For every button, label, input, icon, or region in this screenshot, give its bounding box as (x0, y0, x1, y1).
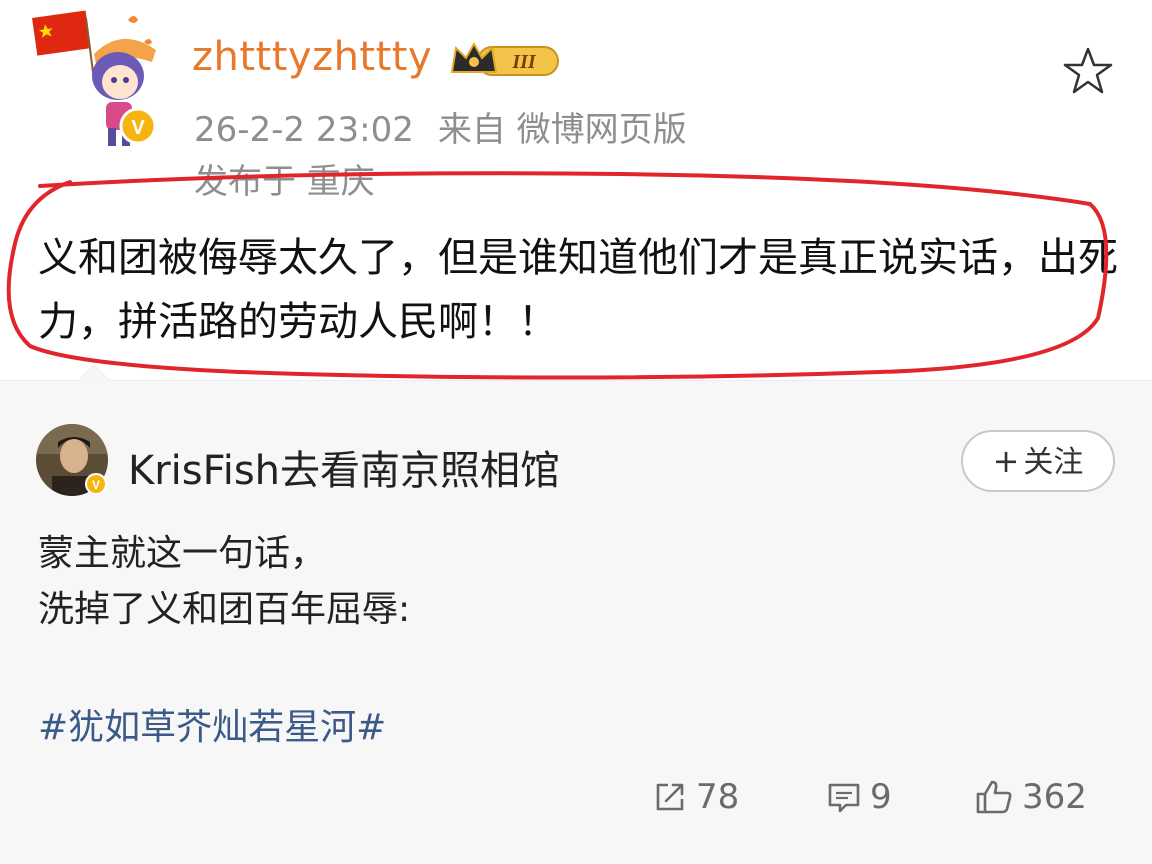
repost-user-avatar[interactable]: V (36, 424, 108, 496)
repost-action[interactable]: 78 (652, 774, 739, 820)
repost-text: 蒙主就这一句话， 洗掉了义和团百年屈辱: (38, 526, 410, 638)
post-username[interactable]: zhtttyzhttty (192, 34, 432, 80)
svg-text:V: V (92, 478, 100, 492)
crown-level-badge[interactable]: III (448, 38, 560, 82)
favorite-star-icon[interactable] (1062, 46, 1114, 96)
post-meta: 26-2-2 23:02 来自 微博网页版 (194, 102, 687, 151)
thumbs-up-icon (976, 780, 1012, 814)
share-icon (656, 783, 684, 811)
svg-text:V: V (131, 117, 145, 139)
post-source: 来自 微博网页版 (437, 110, 687, 150)
hashtag-link[interactable]: #犹如草芥灿若星河# (38, 698, 386, 750)
repost-text-line: 洗掉了义和团百年屈辱: (38, 589, 411, 630)
repost-count: 78 (696, 777, 740, 817)
card-pointer (78, 365, 110, 381)
post-location: 发布于 重庆 (194, 162, 375, 202)
like-action[interactable]: 362 (974, 774, 1087, 820)
badge-level-text: III (511, 51, 537, 73)
repost-text-line: 蒙主就这一句话， (38, 533, 327, 574)
plus-icon: + (992, 442, 1020, 480)
comment-icon (828, 783, 860, 813)
like-count: 362 (1022, 777, 1087, 817)
follow-label: 关注 (1023, 445, 1084, 480)
comment-action[interactable]: 9 (826, 774, 892, 820)
follow-button[interactable]: + 关注 (961, 430, 1115, 492)
post-text: 义和团被侮辱太久了，但是谁知道他们才是真正说实话，出死力，拼活路的劳动人民啊！！ (38, 235, 1118, 345)
user-avatar[interactable]: V (32, 10, 172, 150)
post-date: 26-2-2 23:02 (194, 110, 414, 150)
comment-count: 9 (870, 777, 892, 817)
repost-username[interactable]: KrisFish去看南京照相馆 (128, 438, 560, 496)
